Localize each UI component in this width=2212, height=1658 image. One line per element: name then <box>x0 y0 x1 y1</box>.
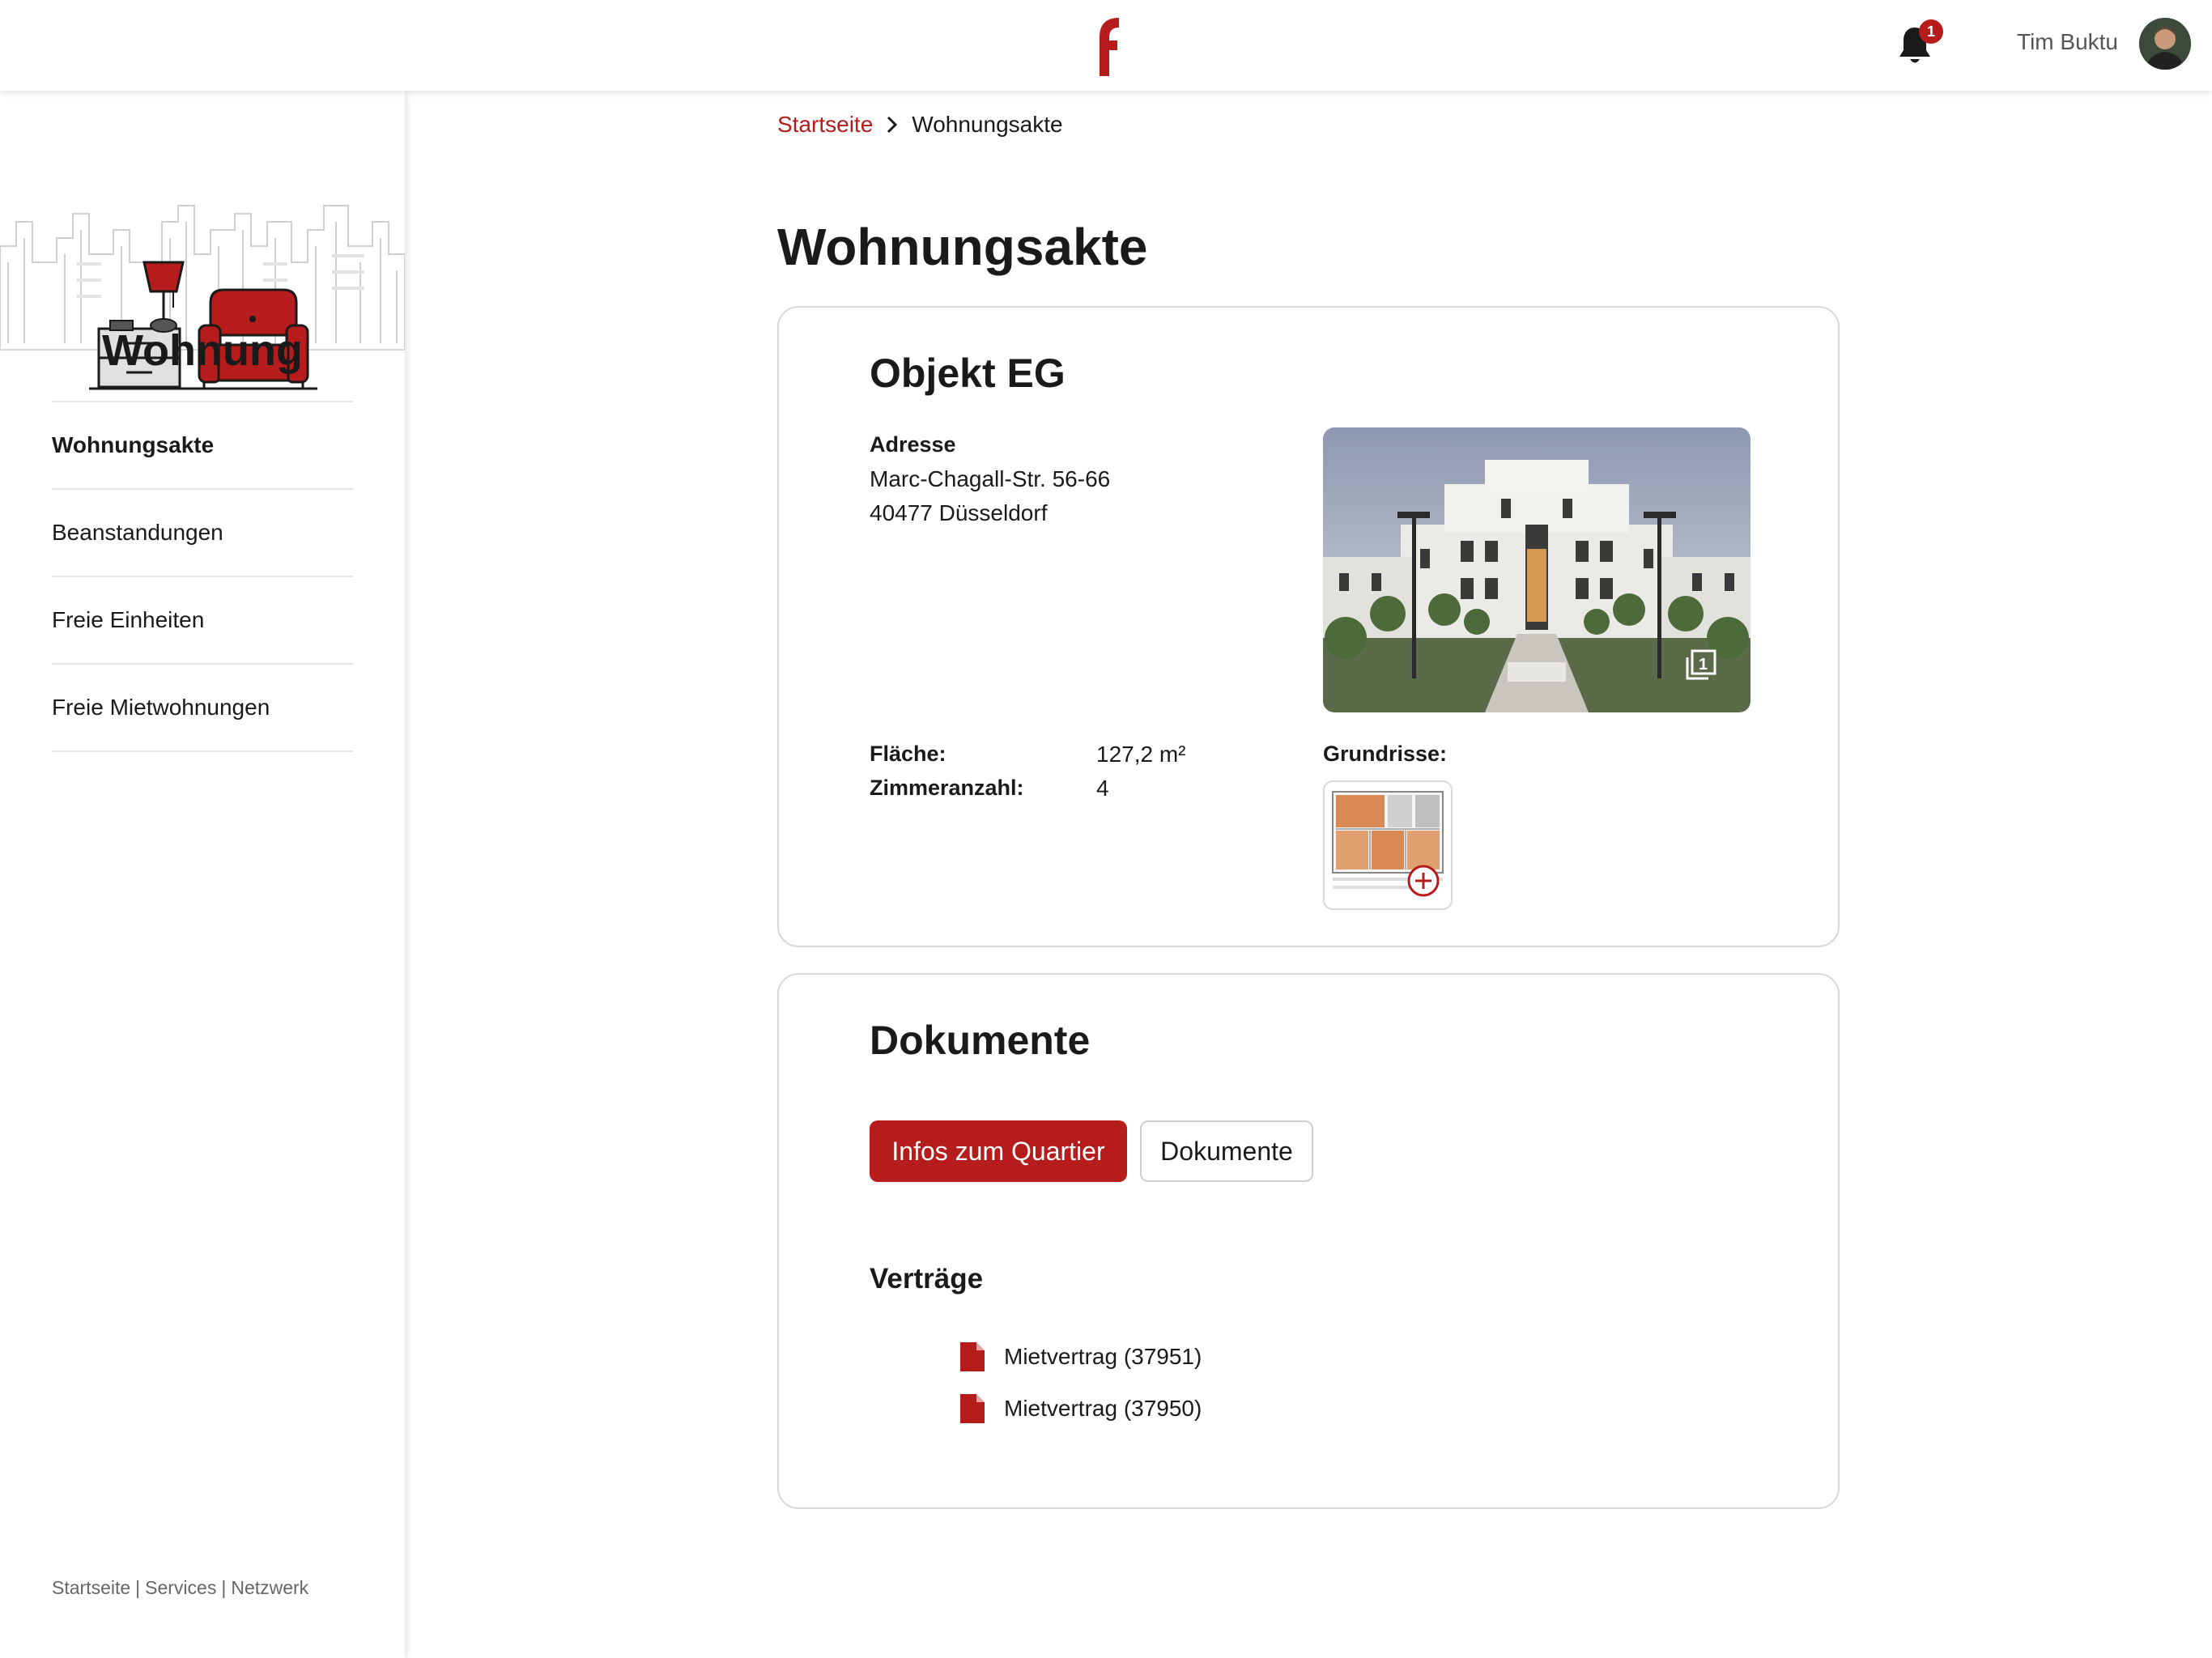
footer-separator: | <box>135 1577 141 1598</box>
documents-title: Dokumente <box>870 1018 1091 1063</box>
page-title: Wohnungsakte <box>777 218 1148 276</box>
sidebar-footer: Startseite | Services | Netzwerk <box>52 1577 308 1599</box>
document-icon <box>960 1394 985 1423</box>
fact-label-flaeche: Fläche: <box>870 742 946 766</box>
breadcrumb-home-link[interactable]: Startseite <box>777 112 873 138</box>
address-label: Adresse <box>870 432 956 457</box>
fact-label-zimmeranzahl: Zimmeranzahl: <box>870 776 1024 800</box>
breadcrumb: Startseite Wohnungsakte <box>777 112 1063 138</box>
document-name[interactable]: Mietvertrag (37950) <box>1004 1396 1202 1422</box>
sidebar-nav: Wohnungsakte Beanstandungen Freie Einhei… <box>52 401 353 752</box>
top-bar: 1 Tim Buktu <box>0 0 2212 91</box>
sidebar-item-freie-mietwohnungen[interactable]: Freie Mietwohnungen <box>52 665 353 752</box>
floorplan-thumbnail[interactable] <box>1323 780 1453 910</box>
sidebar: Wohnung Wohnungsakte Beanstandungen Frei… <box>0 91 405 1658</box>
documents-card: Dokumente Infos zum Quartier Dokumente V… <box>777 973 1840 1509</box>
infos-zum-quartier-button[interactable]: Infos zum Quartier <box>870 1120 1127 1182</box>
sidebar-item-freie-einheiten[interactable]: Freie Einheiten <box>52 577 353 665</box>
contracts-heading: Verträge <box>870 1263 984 1295</box>
gallery-count: 1 <box>1699 656 1708 674</box>
notification-badge: 1 <box>1919 19 1943 44</box>
breadcrumb-current: Wohnungsakte <box>912 112 1063 137</box>
footer-link-services[interactable]: Services <box>145 1577 216 1598</box>
floorplans-label: Grundrisse: <box>1323 742 1448 766</box>
gallery-icon[interactable]: 1 <box>1681 646 1720 685</box>
user-name[interactable]: Tim Buktu <box>2017 29 2118 55</box>
avatar[interactable] <box>2139 18 2191 70</box>
sidebar-item-beanstandungen[interactable]: Beanstandungen <box>52 490 353 577</box>
footer-link-netzwerk[interactable]: Netzwerk <box>231 1577 308 1598</box>
sidebar-title: Wohnung <box>102 326 303 375</box>
brand-logo[interactable] <box>1090 15 1122 76</box>
zoom-plus-icon[interactable] <box>1406 863 1441 899</box>
footer-link-startseite[interactable]: Startseite <box>52 1577 130 1598</box>
fact-value-zimmeranzahl: 4 <box>1096 776 1109 801</box>
dokumente-button[interactable]: Dokumente <box>1140 1120 1313 1182</box>
object-card: Objekt EG Adresse Marc-Chagall-Str. 56-6… <box>777 306 1840 947</box>
document-icon <box>960 1342 985 1371</box>
document-name[interactable]: Mietvertrag (37951) <box>1004 1344 1202 1370</box>
fact-value-flaeche: 127,2 m² <box>1096 742 1186 767</box>
address-street: Marc-Chagall-Str. 56-66 <box>870 466 1111 491</box>
chevron-right-icon <box>887 116 898 134</box>
object-title: Objekt EG <box>870 351 1066 396</box>
address-city: 40477 Düsseldorf <box>870 500 1048 525</box>
footer-separator: | <box>221 1577 227 1598</box>
document-link[interactable]: Mietvertrag (37950) <box>959 1392 1202 1425</box>
sidebar-item-wohnungsakte[interactable]: Wohnungsakte <box>52 402 353 490</box>
document-link[interactable]: Mietvertrag (37951) <box>959 1341 1202 1373</box>
